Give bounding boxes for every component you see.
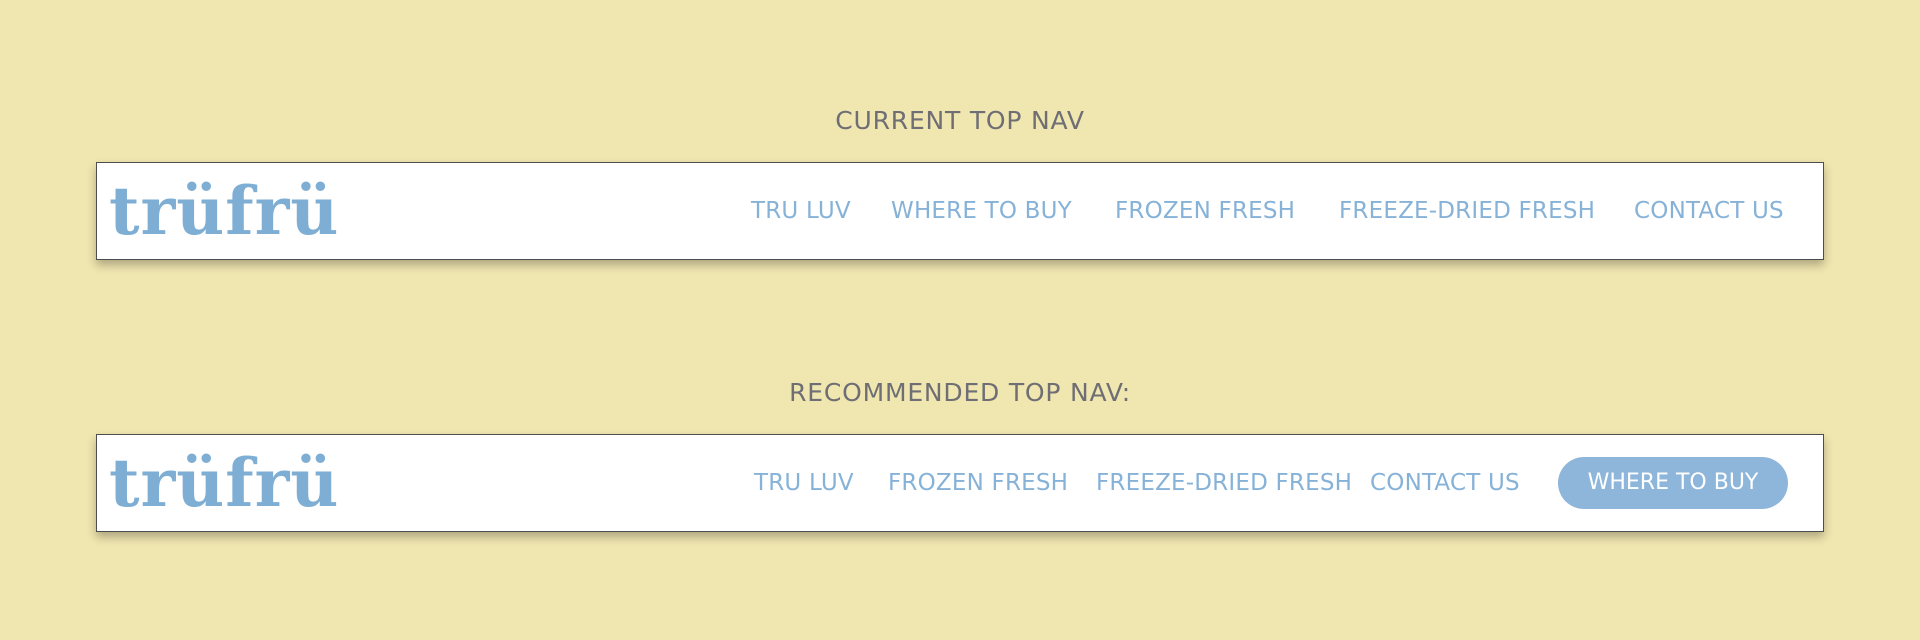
- recommended-nav-heading: RECOMMENDED TOP NAV:: [789, 378, 1131, 407]
- nav-link-tru-luv[interactable]: TRU LUV: [751, 163, 851, 259]
- truefru-logo[interactable]: trüfrü: [109, 171, 339, 251]
- nav-link-contact-us[interactable]: CONTACT US: [1634, 163, 1784, 259]
- nav-link-contact-us[interactable]: CONTACT US: [1370, 435, 1520, 531]
- truefru-logo[interactable]: trüfrü: [109, 443, 339, 523]
- recommended-top-nav: trüfrü TRU LUV FROZEN FRESH FREEZE-DRIED…: [96, 434, 1824, 532]
- nav-link-freeze-dried-fresh[interactable]: FREEZE-DRIED FRESH: [1096, 435, 1352, 531]
- nav-link-freeze-dried-fresh[interactable]: FREEZE-DRIED FRESH: [1339, 163, 1595, 259]
- current-top-nav: trüfrü TRU LUV WHERE TO BUY FROZEN FRESH…: [96, 162, 1824, 260]
- where-to-buy-button[interactable]: WHERE TO BUY: [1558, 457, 1788, 509]
- nav-link-frozen-fresh[interactable]: FROZEN FRESH: [888, 435, 1068, 531]
- nav-link-frozen-fresh[interactable]: FROZEN FRESH: [1115, 163, 1295, 259]
- current-nav-heading: CURRENT TOP NAV: [835, 106, 1085, 135]
- nav-link-tru-luv[interactable]: TRU LUV: [754, 435, 854, 531]
- nav-link-where-to-buy[interactable]: WHERE TO BUY: [891, 163, 1072, 259]
